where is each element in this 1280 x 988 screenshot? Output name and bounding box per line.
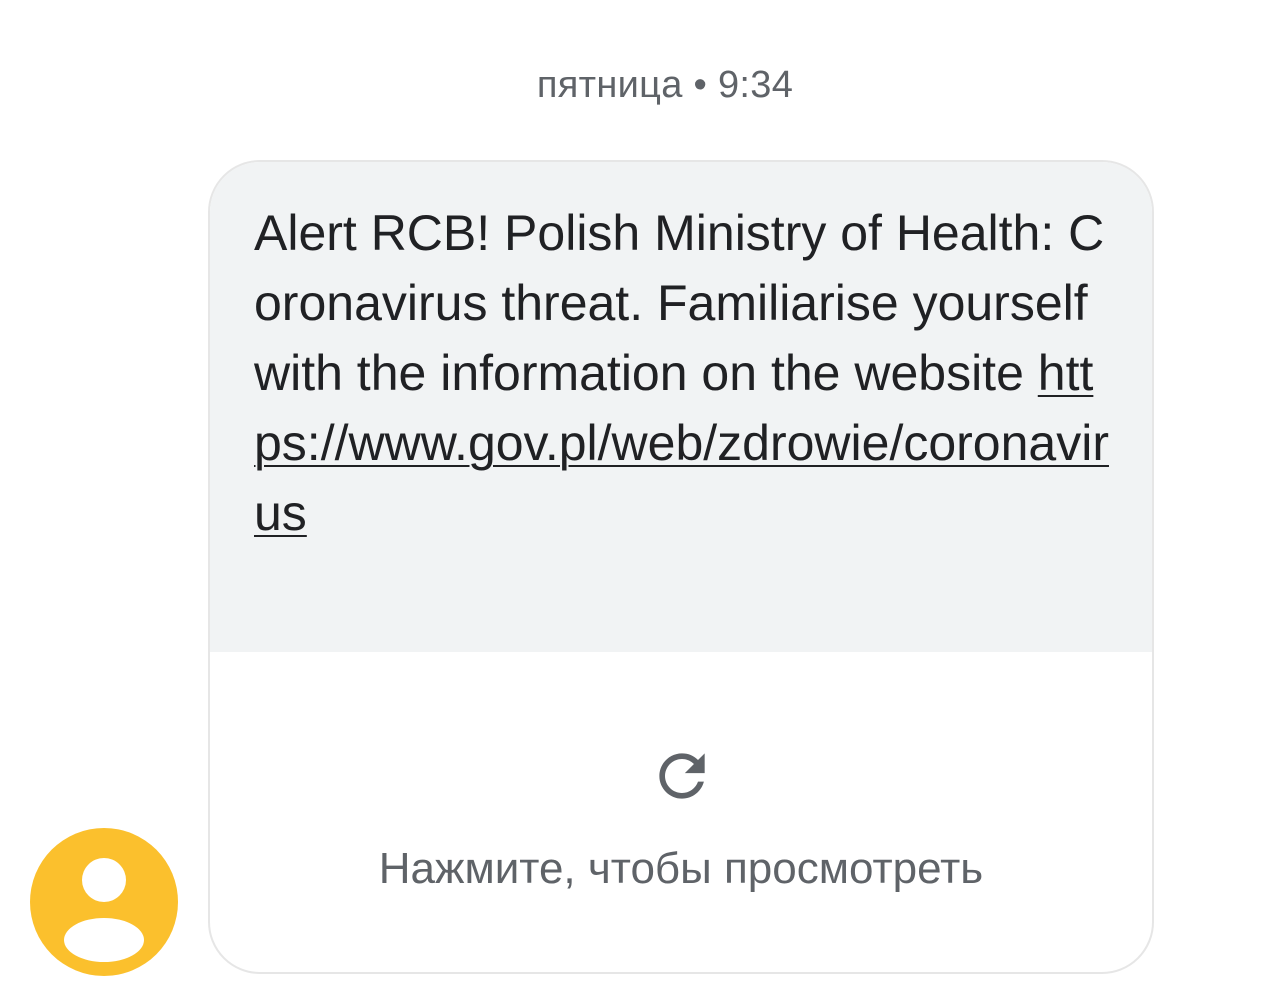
person-icon <box>64 858 144 962</box>
tap-to-view-label: Нажмите, чтобы просмотреть <box>378 844 984 893</box>
refresh-icon <box>659 753 705 799</box>
message-card[interactable]: Alert RCB! Polish Ministry of Health: Co… <box>208 160 1154 974</box>
message-thread: пятница • 9:34 Alert RCB! Polish Ministr… <box>0 0 1280 988</box>
message-body: Alert RCB! Polish Ministry of Health: Co… <box>254 198 1112 548</box>
tap-to-view-preview[interactable]: Нажмите, чтобы просмотреть <box>210 652 1152 972</box>
message-bubble[interactable]: Alert RCB! Polish Ministry of Health: Co… <box>210 162 1152 652</box>
message-text: Alert RCB! Polish Ministry of Health: Co… <box>254 205 1105 401</box>
message-timestamp: пятница • 9:34 <box>536 64 794 106</box>
sender-avatar[interactable] <box>30 828 178 976</box>
